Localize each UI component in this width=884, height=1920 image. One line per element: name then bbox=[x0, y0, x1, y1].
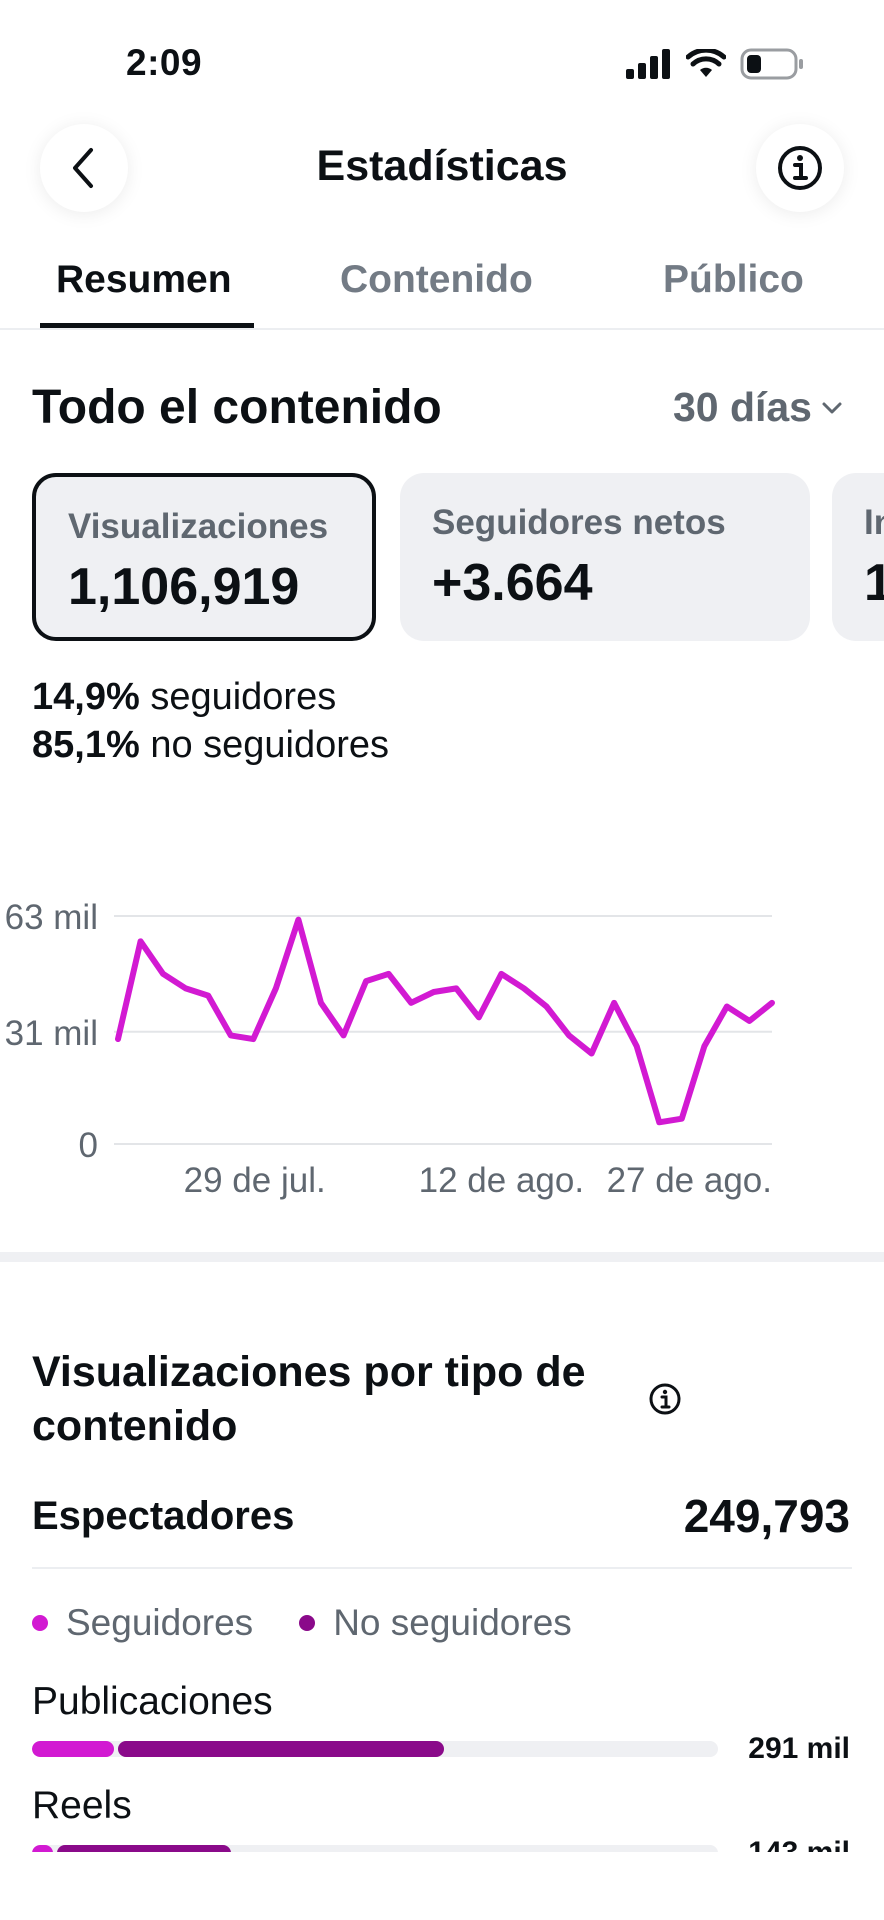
metric-cards: Visualizaciones 1,106,919 Seguidores net… bbox=[32, 473, 884, 641]
nonfollowers-share: 85,1% no seguidores bbox=[32, 724, 389, 767]
tab-contenido[interactable]: Contenido bbox=[340, 258, 533, 302]
metric-card-interactions[interactable]: Int 19 bbox=[832, 473, 884, 641]
section-divider bbox=[0, 1252, 884, 1262]
status-time: 2:09 bbox=[126, 42, 203, 83]
page-title: Estadísticas bbox=[316, 142, 568, 190]
metric-card-value: 19 bbox=[864, 554, 884, 612]
followers-share: 14,9% seguidores bbox=[32, 676, 336, 719]
metric-card-net-followers[interactable]: Seguidores netos +3.664 bbox=[400, 473, 810, 641]
nonfollowers-label: no seguidores bbox=[150, 724, 390, 766]
views-by-type-title: Visualizaciones por tipo de contenido bbox=[32, 1348, 586, 1450]
x-tick-label: 27 de ago. bbox=[607, 1161, 772, 1200]
viewers-label: Espectadores bbox=[32, 1494, 295, 1538]
legend-item-nonfollowers: No seguidores bbox=[299, 1602, 572, 1644]
views-series-line bbox=[115, 916, 775, 1126]
viewers-value: 249,793 bbox=[683, 1490, 850, 1542]
metric-card-label: Seguidores netos bbox=[432, 503, 726, 542]
y-tick-label: 0 bbox=[79, 1126, 98, 1165]
metric-card-label: Visualizaciones bbox=[68, 507, 329, 546]
status-icons bbox=[626, 47, 804, 85]
bar-value-publicaciones: 291 mil bbox=[748, 1732, 850, 1765]
signal-icon bbox=[626, 49, 672, 84]
chevron-down-icon bbox=[822, 402, 842, 413]
metric-card-value: +3.664 bbox=[432, 554, 593, 612]
metric-card-label: Int bbox=[864, 503, 884, 542]
scroll-fade bbox=[0, 1852, 884, 1920]
tab-publico[interactable]: Público bbox=[663, 258, 804, 302]
info-icon bbox=[778, 146, 822, 190]
legend-label: Seguidores bbox=[66, 1602, 254, 1643]
followers-label: seguidores bbox=[150, 676, 337, 718]
y-tick-label: 63 mil bbox=[5, 898, 98, 937]
x-tick-label: 29 de jul. bbox=[184, 1161, 326, 1200]
header: Estadísticas bbox=[0, 120, 884, 220]
x-tick-label: 12 de ago. bbox=[419, 1161, 584, 1200]
legend-dot bbox=[299, 1615, 316, 1631]
tab-bar: Resumen Contenido Público bbox=[0, 250, 884, 330]
followers-percent: 14,9% bbox=[32, 676, 140, 718]
date-range-label: 30 días bbox=[672, 384, 812, 430]
section-title: Todo el contenido bbox=[32, 381, 442, 434]
bar-fill-nonfollowers bbox=[118, 1741, 444, 1757]
info-icon bbox=[649, 1383, 681, 1415]
active-tab-indicator bbox=[40, 323, 254, 328]
date-range-dropdown[interactable]: 30 días bbox=[673, 384, 844, 431]
bar-fill-followers bbox=[32, 1741, 115, 1757]
views-line-chart: 63 mil 31 mil 0 29 de jul. 12 de ago. 27 de a… bbox=[5, 898, 775, 1200]
legend: Seguidores No seguidores bbox=[32, 1602, 618, 1644]
legend-dot bbox=[32, 1615, 48, 1631]
wifi-icon bbox=[685, 47, 727, 84]
views-by-type-info-button[interactable] bbox=[648, 1382, 682, 1421]
bar-label-reels: Reels bbox=[32, 1784, 132, 1827]
nonfollowers-percent: 85,1% bbox=[32, 724, 140, 766]
tab-resumen[interactable]: Resumen bbox=[56, 258, 232, 302]
bar-track-publicaciones bbox=[32, 1741, 718, 1757]
info-button[interactable] bbox=[756, 124, 844, 212]
metric-card-views[interactable]: Visualizaciones 1,106,919 bbox=[32, 473, 376, 641]
legend-item-followers: Seguidores bbox=[32, 1602, 253, 1644]
legend-label: No seguidores bbox=[333, 1602, 572, 1643]
bar-label-publicaciones: Publicaciones bbox=[32, 1680, 273, 1723]
status-bar: 2:09 bbox=[0, 0, 884, 120]
metric-card-value: 1,106,919 bbox=[68, 558, 300, 616]
y-tick-label: 31 mil bbox=[5, 1014, 98, 1053]
divider bbox=[32, 1567, 852, 1569]
battery-icon bbox=[740, 48, 804, 85]
